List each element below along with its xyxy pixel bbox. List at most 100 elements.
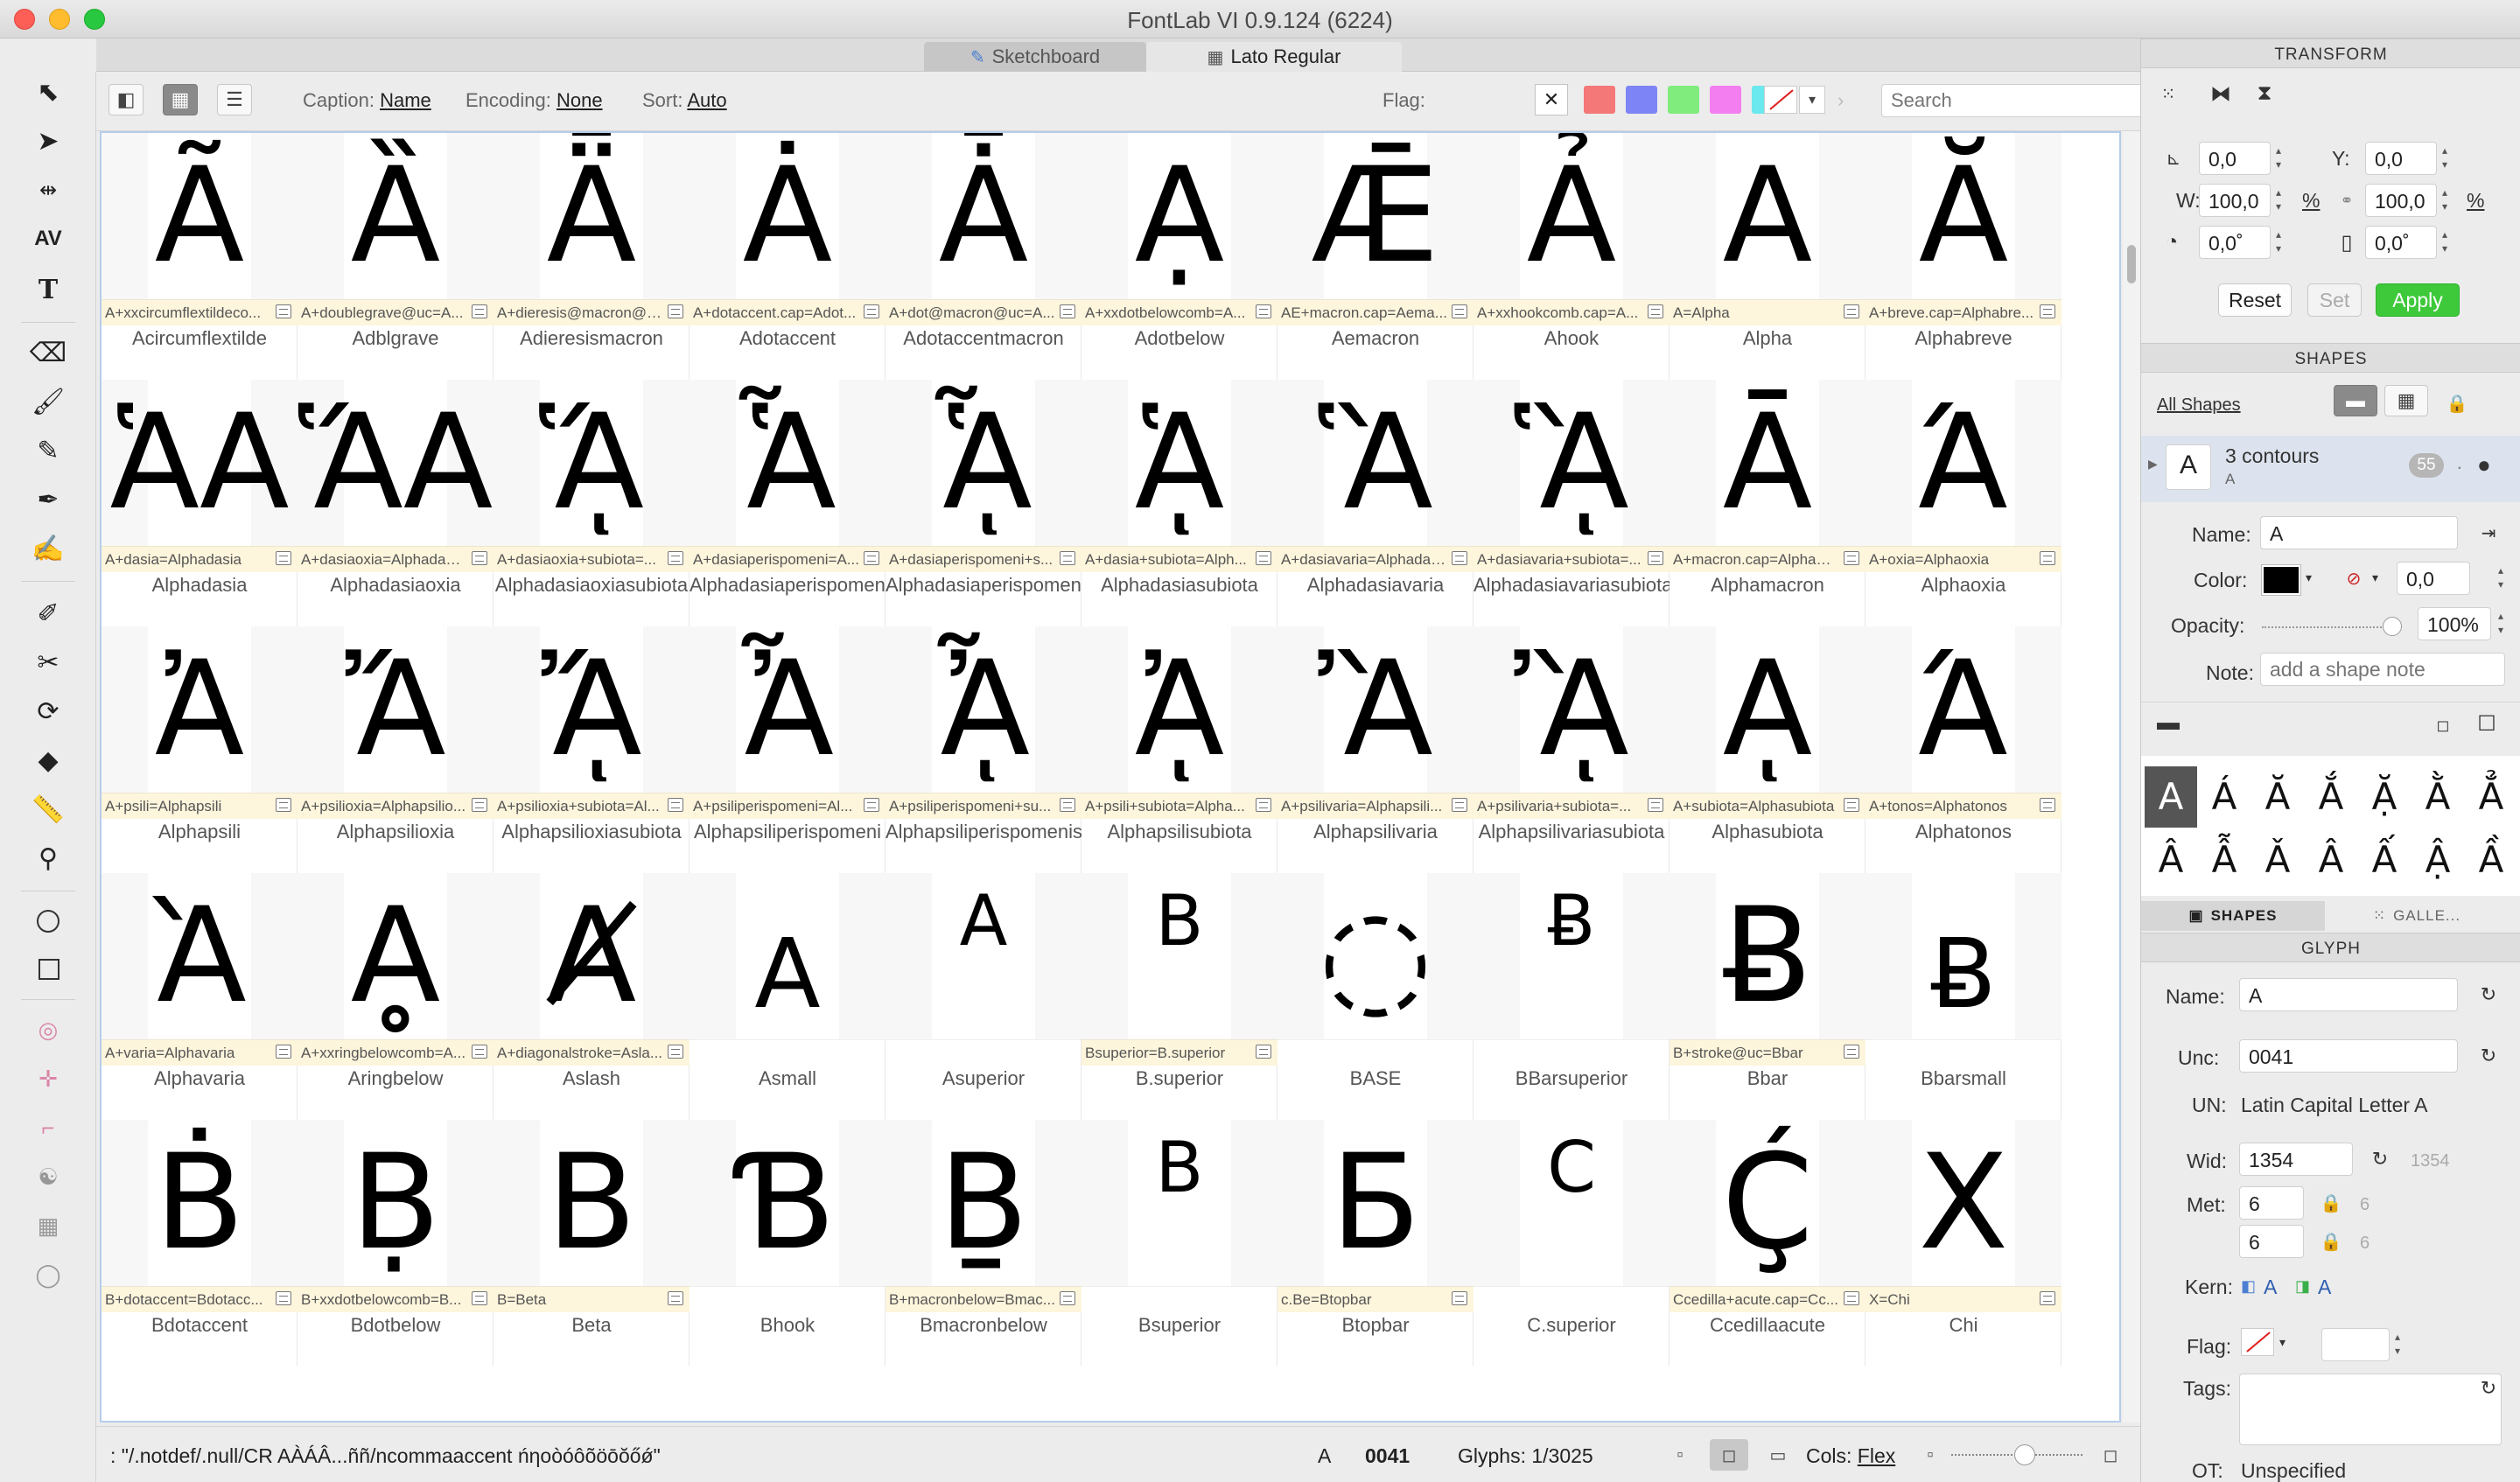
shape-library-item[interactable]: Ẫ bbox=[2198, 829, 2250, 891]
flag-color-swatch[interactable] bbox=[1584, 86, 1615, 114]
list-view-button[interactable]: ☰ bbox=[217, 84, 252, 115]
lock-icon[interactable]: 🔒 bbox=[2316, 1227, 2346, 1256]
glyph-cell[interactable]: Ἇ A+dasiaperispomeni=A... Alphadasiaperisp… bbox=[690, 380, 886, 626]
glyph-cell[interactable]: A Asmall bbox=[690, 873, 886, 1120]
shape-library-item[interactable]: Ặ bbox=[2358, 766, 2411, 828]
stroke-color-icon[interactable]: ⊘ bbox=[2339, 563, 2369, 593]
glyph-cell[interactable]: ᾎ A+psiliperispomeni+su... Alphapsiliperis… bbox=[886, 626, 1082, 873]
kern-left-class-value[interactable]: A bbox=[2264, 1276, 2277, 1299]
glyph-cell[interactable]: Бc.Be=Btopbar Btopbar bbox=[1278, 1120, 1474, 1367]
width-field[interactable]: 100,0 bbox=[2199, 184, 2271, 217]
ellipse-tool-icon[interactable] bbox=[37, 910, 60, 933]
y-stepper[interactable]: ▴ ▾ bbox=[2439, 143, 2451, 173]
pencil-tool-icon[interactable]: ✎ bbox=[28, 430, 68, 471]
opacity-field[interactable]: 100% bbox=[2418, 607, 2491, 640]
pen-tool-icon[interactable]: ✒ bbox=[28, 479, 68, 520]
chevron-down-icon[interactable]: ▾ bbox=[2372, 570, 2378, 585]
glyph-flag-value-field[interactable] bbox=[2321, 1328, 2390, 1361]
shape-library-item[interactable]: Ǎ bbox=[2251, 829, 2304, 891]
origin-grid-icon[interactable]: ⁙ bbox=[2153, 79, 2183, 108]
shape-name-field[interactable]: A bbox=[2260, 516, 2458, 549]
glyph-cell[interactable]: Ã A+xxcircumflextildeco... Acircumflextild… bbox=[102, 133, 298, 380]
glyph-cell[interactable]: Ḃ B+dotaccent=Bdotacc... Bdotaccent bbox=[102, 1120, 298, 1367]
guide-tool-icon[interactable]: ✛ bbox=[28, 1059, 68, 1099]
stroke-width-field[interactable]: 0,0 bbox=[2397, 562, 2470, 595]
left-metric-field[interactable]: 6 bbox=[2239, 1186, 2304, 1220]
glyph-cell[interactable]: ᾌ A+psilioxia+subiota=Al... Alphapsilioxia… bbox=[494, 626, 690, 873]
apply-button[interactable]: Apply bbox=[2376, 283, 2460, 317]
link-icon[interactable]: ⚭ bbox=[2332, 185, 2362, 215]
glyph-cell[interactable]: ᾍ A+dasiaoxia+subiota=... Alphadasiaoxiasu… bbox=[494, 380, 690, 626]
glyph-cell[interactable]: ᾊ A+psilivaria+subiota=... Alphapsilivaria… bbox=[1474, 626, 1670, 873]
eraser-tool-icon[interactable]: ⌫ bbox=[28, 332, 68, 373]
glyph-cell[interactable]: Ἂ A+psilivaria=Alphapsili... Alphapsilivar… bbox=[1278, 626, 1474, 873]
scissors-tool-icon[interactable]: ✂ bbox=[28, 642, 68, 682]
rotation-stepper[interactable]: ▴ ▾ bbox=[2272, 227, 2285, 257]
shape-library-item[interactable]: Ằ bbox=[2412, 766, 2464, 828]
flip-horizontal-icon[interactable]: ⧓ bbox=[2206, 79, 2236, 108]
glyph-cell[interactable]: Ƀ BBarsuperior bbox=[1474, 873, 1670, 1120]
kerning-tool-icon[interactable]: AV bbox=[28, 219, 68, 259]
flag-color-swatch[interactable] bbox=[1710, 86, 1741, 114]
shape-view-grid-button[interactable]: ▦ bbox=[2384, 385, 2428, 416]
slant-field[interactable]: 0,0˚ bbox=[2365, 226, 2437, 259]
glyph-cell[interactable]: ἉA A+dasia=Alphadasia Alphadasia bbox=[102, 380, 298, 626]
metrics-tool-icon[interactable]: ⇹ bbox=[28, 170, 68, 210]
rapid-tool-icon[interactable]: ✍ bbox=[28, 528, 68, 569]
hand-tool-icon[interactable]: ◯ bbox=[28, 1255, 68, 1295]
cell-zoom-slider-knob[interactable] bbox=[2014, 1444, 2035, 1465]
corner-tool-icon[interactable]: ⌐ bbox=[28, 1108, 68, 1148]
tags-field[interactable] bbox=[2239, 1374, 2502, 1445]
glyph-cell[interactable]: Ƀ Bbarsmall bbox=[1866, 873, 2062, 1120]
eyedropper-tool-icon[interactable]: ⚲ bbox=[28, 838, 68, 878]
shape-library-item[interactable]: A bbox=[2145, 766, 2197, 828]
glyph-cell[interactable]: Ả A+xxhookcomb.cap=A... Ahook bbox=[1474, 133, 1670, 380]
glyph-cell[interactable]: ᾈ A+psili+subiota=Alpha... Alphapsilisubio… bbox=[1082, 626, 1278, 873]
sidebar-view-button[interactable]: ◧ bbox=[108, 84, 144, 115]
glyph-cell[interactable]: A A=Alpha Alpha bbox=[1670, 133, 1866, 380]
shape-library-item[interactable]: Ậ bbox=[2412, 829, 2464, 891]
slant-stepper[interactable]: ▴ ▾ bbox=[2439, 227, 2451, 257]
zoom-in-icon[interactable]: ◻ bbox=[2091, 1439, 2130, 1471]
cell-size-medium-icon[interactable]: ◻ bbox=[1710, 1439, 1748, 1471]
pointer-tool-icon[interactable]: ➤ bbox=[28, 121, 68, 161]
kern-right-class-value[interactable]: A bbox=[2318, 1276, 2331, 1299]
shape-library-item[interactable]: Ă bbox=[2251, 766, 2304, 828]
glyph-cell[interactable]: Ά A+oxia=Alphaoxia Alphaoxia bbox=[1866, 380, 2062, 626]
height-field[interactable]: 100,0 bbox=[2365, 184, 2437, 217]
grid-view-button[interactable]: ▦ bbox=[163, 84, 198, 115]
glyph-grid-scrollbar[interactable] bbox=[2123, 131, 2140, 1423]
shape-library-item[interactable]: Ẳ bbox=[2465, 766, 2517, 828]
glyph-cell[interactable]: Ạ A+xxdotbelowcomb=A... Adotbelow bbox=[1082, 133, 1278, 380]
anchor-tool-icon[interactable]: ◎ bbox=[28, 1010, 68, 1050]
encoding-control[interactable]: Encoding: None bbox=[466, 89, 603, 112]
reset-button[interactable]: Reset bbox=[2218, 283, 2292, 317]
shape-list-item[interactable]: ▶ A 3 contours A 55 · ● bbox=[2141, 436, 2520, 502]
glyph-cell[interactable]: B Bsuperior bbox=[1082, 1120, 1278, 1367]
ruler-tool-icon[interactable]: 📏 bbox=[28, 789, 68, 829]
disclosure-triangle-icon[interactable]: ▶ bbox=[2148, 457, 2158, 472]
flag-dropdown-chevron-icon[interactable]: ▾ bbox=[1799, 86, 1825, 114]
caption-value[interactable]: Name bbox=[380, 89, 431, 111]
glyph-cell[interactable]: ᾉ A+dasia+subiota=Alph... Alphadasiasubiot… bbox=[1082, 380, 1278, 626]
shape-library-item[interactable]: Ắ bbox=[2305, 766, 2357, 828]
width-percent-toggle[interactable]: % bbox=[2302, 189, 2320, 213]
go-to-shape-icon[interactable]: ⇥ bbox=[2474, 518, 2503, 548]
rotate-tool-icon[interactable]: ⟳ bbox=[28, 691, 68, 731]
stroke-stepper[interactable]: ▴ ▾ bbox=[2495, 563, 2507, 593]
tab-gallery[interactable]: ⁙ GALLE... bbox=[2325, 901, 2509, 931]
height-stepper[interactable]: ▴ ▾ bbox=[2439, 185, 2451, 215]
refresh-icon[interactable]: ↻ bbox=[2474, 980, 2503, 1010]
chevron-down-icon[interactable]: ▾ bbox=[2306, 570, 2312, 585]
cell-size-small-icon[interactable]: ▫ bbox=[1661, 1439, 1699, 1471]
brush-tool-icon[interactable]: 🖌 bbox=[28, 381, 68, 422]
encoding-value[interactable]: None bbox=[556, 89, 603, 111]
glyph-cell[interactable]: B Bsuperior=B.superior B.superior bbox=[1082, 873, 1278, 1120]
tab-font-window[interactable]: ▦ Lato Regular bbox=[1146, 42, 1402, 72]
glyph-cell[interactable]: A Asuperior bbox=[886, 873, 1082, 1120]
glyph-cell[interactable]: Ἆ A+psiliperispomeni=Al... Alphapsiliperis… bbox=[690, 626, 886, 873]
knife-tool-icon[interactable]: ✐ bbox=[28, 593, 68, 633]
tab-shapes[interactable]: ▣ SHAPES bbox=[2141, 901, 2325, 931]
shape-visibility-dot-icon[interactable]: ● bbox=[2477, 451, 2491, 479]
rotation-field[interactable]: 0,0˚ bbox=[2199, 226, 2271, 259]
